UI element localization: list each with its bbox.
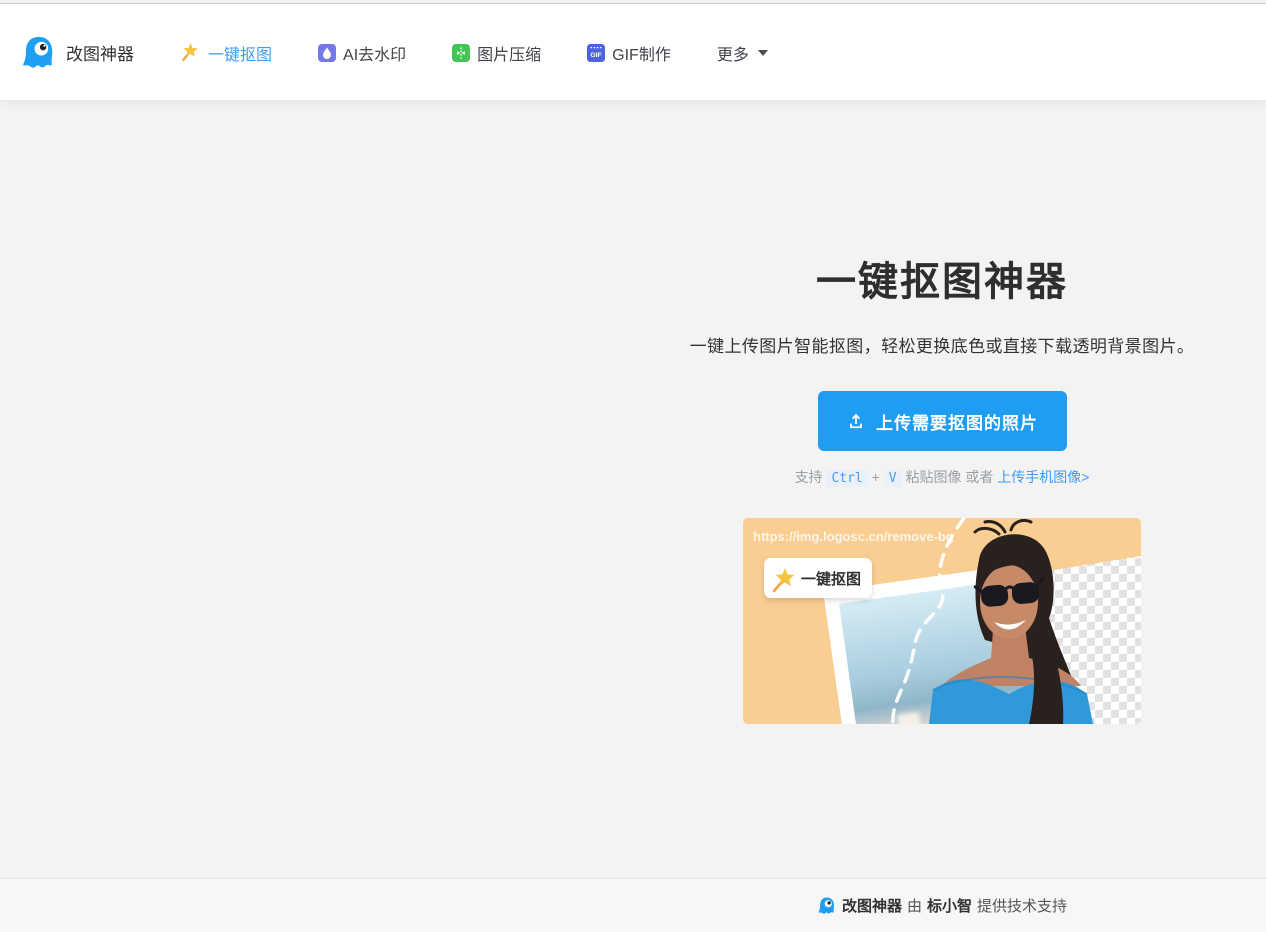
nav-item-cutout[interactable]: 一键抠图 — [180, 41, 272, 65]
nav-item-image-compress[interactable]: 图片压缩 — [452, 41, 541, 65]
brand-name: 改图神器 — [66, 45, 134, 64]
upload-button-label: 上传需要抠图的照片 — [876, 413, 1038, 433]
gif-icon: GIF — [587, 43, 606, 62]
main-content: 一键抠图神器 一键上传图片智能抠图，轻松更换底色或直接下载透明背景图片。 上传需… — [0, 101, 1266, 878]
chevron-down-icon — [757, 49, 768, 56]
nav-item-gif-maker[interactable]: GIF GIF制作 — [587, 41, 671, 65]
page-subtitle: 一键上传图片智能抠图，轻松更换底色或直接下载透明背景图片。 — [689, 337, 1195, 356]
nav-item-label: 图片压缩 — [477, 46, 542, 64]
ghost-logo-icon — [20, 34, 58, 72]
tip-suffix: 粘贴图像 或者 — [905, 469, 994, 485]
tip-plus: + — [871, 469, 880, 485]
nav-item-more[interactable]: 更多 — [717, 41, 768, 65]
upload-mobile-link[interactable]: 上传手机图像> — [997, 469, 1089, 485]
cutout-demo-image: https://img.logosc.cn/remove-bg 一键抠图 — [743, 518, 1141, 724]
nav-item-label: 一键抠图 — [208, 46, 273, 64]
navbar: 改图神器 一键抠图 AI去水印 图片压缩 GIF GIF制作 更多 — [0, 5, 1266, 100]
page-title: 一键抠图神器 — [816, 260, 1068, 304]
upload-photo-button[interactable]: 上传需要抠图的照片 — [817, 391, 1067, 451]
cutout-badge: 一键抠图 — [764, 558, 872, 598]
footer-brand: 改图神器 — [841, 898, 902, 915]
hero-section: 一键抠图神器 一键上传图片智能抠图，轻松更换底色或直接下载透明背景图片。 上传需… — [612, 259, 1266, 729]
ctrl-key-badge: Ctrl — [826, 470, 868, 487]
svg-text:GIF: GIF — [590, 52, 601, 59]
footer-conj: 由 — [906, 898, 922, 915]
badge-label: 一键抠图 — [801, 570, 861, 588]
browser-top-strip — [0, 0, 1266, 4]
footer-provider-link[interactable]: 标小智 — [927, 895, 972, 916]
water-drop-icon — [318, 43, 337, 62]
nav-item-label: AI去水印 — [343, 46, 407, 64]
brand-logo-home[interactable]: 改图神器 — [20, 34, 134, 72]
upload-icon — [846, 411, 866, 431]
paste-tip: 支持 Ctrl + V 粘贴图像 或者 上传手机图像> — [612, 467, 1266, 487]
nav-item-watermark-removal[interactable]: AI去水印 — [318, 41, 406, 65]
star-wand-icon — [180, 42, 201, 63]
footer: 改图神器 由 标小智 提供技术支持 — [0, 878, 1266, 932]
footer-credit: 改图神器 由 标小智 提供技术支持 — [612, 879, 1266, 932]
tip-prefix: 支持 — [794, 469, 823, 485]
nav-item-label: 更多 — [716, 46, 749, 64]
footer-suffix: 提供技术支持 — [977, 898, 1068, 915]
preview-url-text: https://img.logosc.cn/remove-bg — [753, 529, 954, 544]
v-key-badge: V — [883, 470, 902, 487]
nav-item-label: GIF制作 — [612, 46, 671, 64]
compress-icon — [452, 43, 471, 62]
ghost-logo-icon — [817, 896, 837, 916]
